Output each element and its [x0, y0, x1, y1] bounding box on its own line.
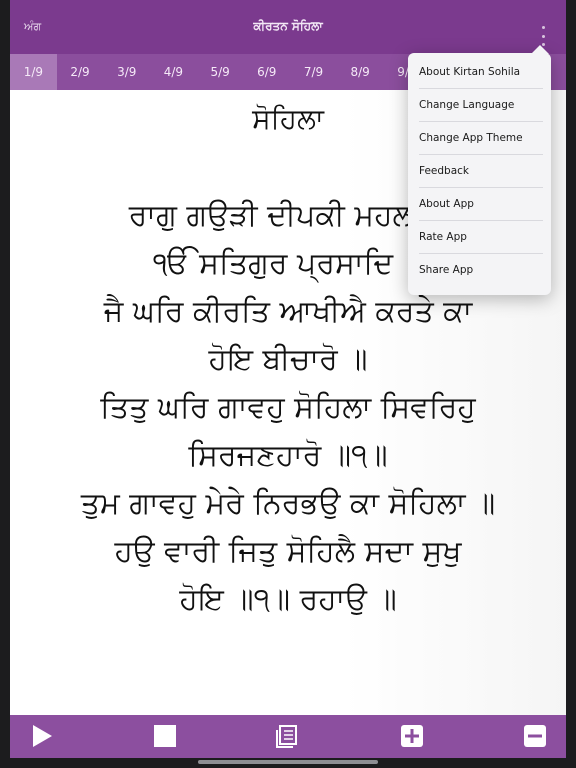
tab-4[interactable]: 4/9	[150, 54, 197, 90]
plus-icon[interactable]	[400, 723, 424, 749]
tab-1[interactable]: 1/9	[10, 54, 57, 90]
book-icon[interactable]	[274, 723, 302, 749]
menu-item-rate-app[interactable]: Rate App	[419, 220, 543, 254]
verse-line: ਹੋਇ ਬੀਚਾਰੋ ॥	[208, 342, 368, 377]
tab-6[interactable]: 6/9	[243, 54, 290, 90]
bottom-toolbar	[10, 715, 566, 758]
menu-item-about-kirtan-sohila[interactable]: About Kirtan Sohila	[419, 55, 543, 89]
menu-item-change-app-theme[interactable]: Change App Theme	[419, 121, 543, 155]
options-menu: About Kirtan Sohila Change Language Chan…	[408, 45, 551, 295]
page-title: ਕੀਰਤਨ ਸੋਹਿਲਾ	[253, 19, 323, 33]
verse-line: ਹਉ ਵਾਰੀ ਜਿਤੁ ਸੋਹਿਲੈ ਸਦਾ ਸੁਖੁ	[114, 534, 462, 569]
verse-line: ਤੁਮ ਗਾਵਹੁ ਮੇਰੇ ਨਿਰਭਉ ਕਾ ਸੋਹਿਲਾ ॥	[80, 486, 496, 521]
tab-2[interactable]: 2/9	[57, 54, 104, 90]
tab-3[interactable]: 3/9	[103, 54, 150, 90]
menu-item-about-app[interactable]: About App	[419, 187, 543, 221]
verse-line: ਜੈ ਘਰਿ ਕੀਰਤਿ ਆਖੀਐ ਕਰਤੇ ਕਾ	[103, 294, 473, 329]
play-icon[interactable]	[28, 723, 56, 749]
menu-item-change-language[interactable]: Change Language	[419, 88, 543, 122]
menu-item-feedback[interactable]: Feedback	[419, 154, 543, 188]
home-indicator	[198, 760, 378, 764]
stop-icon[interactable]	[152, 723, 178, 749]
tab-7[interactable]: 7/9	[290, 54, 337, 90]
verse-line: ਤਿਤੁ ਘਰਿ ਗਾਵਹੁ ਸੋਹਿਲਾ ਸਿਵਰਿਹੁ	[100, 390, 476, 425]
verse-line: ਹੋਇ ॥੧॥ ਰਹਾਉ ॥	[179, 582, 397, 617]
more-options-icon[interactable]	[536, 26, 550, 46]
tab-5[interactable]: 5/9	[197, 54, 244, 90]
verse-line: ਸਿਰਜਣਹਾਰੋ ॥੧॥	[188, 438, 388, 473]
tab-8[interactable]: 8/9	[337, 54, 384, 90]
menu-item-share-app[interactable]: Share App	[419, 253, 543, 286]
header-bar: ਅੰਗ ਕੀਰਤਨ ਸੋਹਿਲਾ	[10, 0, 566, 54]
minus-icon[interactable]	[523, 723, 547, 749]
